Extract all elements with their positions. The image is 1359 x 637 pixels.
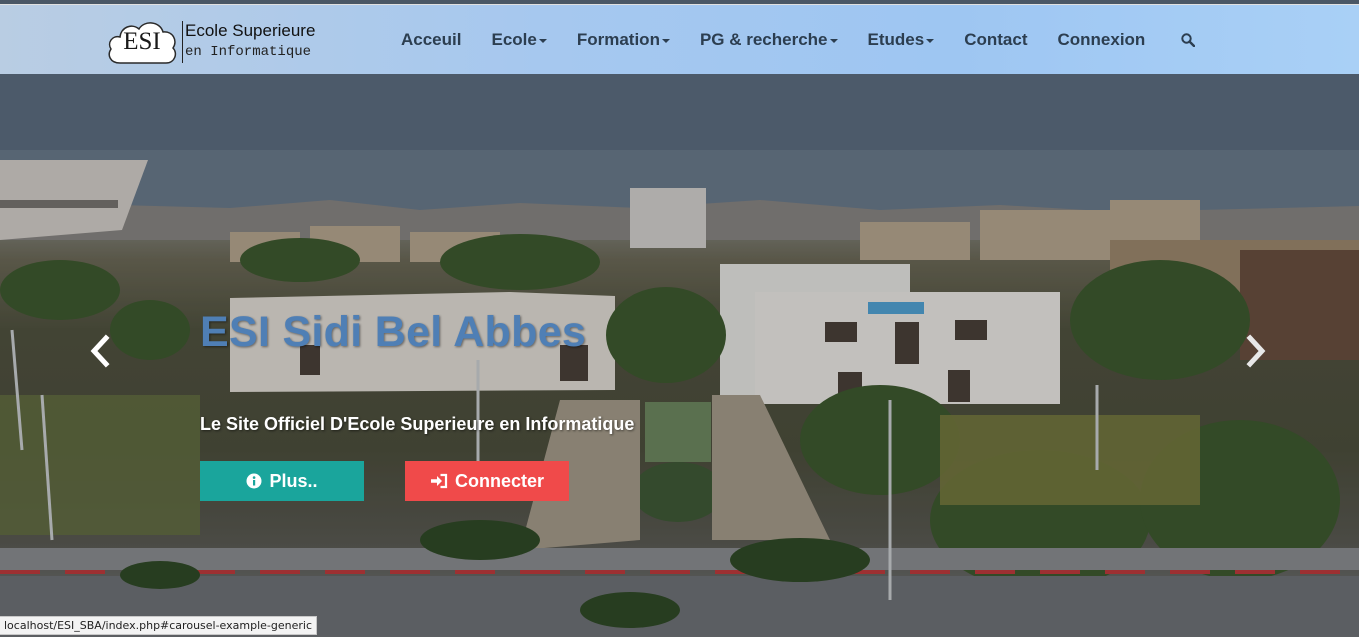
chevron-right-icon[interactable] — [1240, 334, 1270, 368]
nav-item-label: Ecole — [491, 30, 537, 49]
nav-item-label: Formation — [576, 30, 660, 49]
main-nav: Acceuil Ecole Formation PG & recherche E… — [401, 5, 1145, 75]
nav-item-connexion[interactable]: Connexion — [1057, 30, 1145, 50]
logo-divider — [182, 21, 183, 63]
caret-down-icon — [538, 39, 547, 43]
carousel-headline: ESI Sidi Bel Abbes — [200, 308, 587, 356]
browser-status-bar: localhost/ESI_SBA/index.php#carousel-exa… — [0, 616, 317, 635]
logo-title-line1: Ecole Superieure — [185, 21, 316, 40]
connect-button[interactable]: Connecter — [405, 461, 569, 501]
sign-in-icon — [430, 473, 448, 489]
nav-item-formation[interactable]: Formation — [577, 30, 670, 50]
nav-item-label: Acceuil — [401, 30, 462, 49]
plus-button-label: Plus.. — [269, 470, 318, 491]
logo-title-line2: en Informatique — [185, 44, 312, 60]
search-icon[interactable] — [1181, 33, 1195, 47]
site-logo[interactable]: ESI Ecole Superieure en Informatique — [106, 19, 316, 65]
nav-item-label: Etudes — [867, 30, 925, 49]
caret-down-icon — [661, 39, 670, 43]
nav-item-label: Contact — [964, 30, 1028, 49]
caret-down-icon — [926, 39, 935, 43]
nav-item-ecole[interactable]: Ecole — [491, 30, 547, 50]
carousel-subtitle: Le Site Officiel D'Ecole Superieure en I… — [200, 414, 635, 434]
caret-down-icon — [829, 39, 838, 43]
nav-item-label: PG & recherche — [699, 30, 828, 49]
chevron-left-icon[interactable] — [86, 334, 116, 368]
nav-item-acceuil[interactable]: Acceuil — [401, 30, 461, 50]
nav-item-pg-recherche[interactable]: PG & recherche — [700, 30, 838, 50]
nav-item-label: Connexion — [1057, 30, 1146, 49]
info-circle-icon — [246, 473, 262, 489]
nav-item-etudes[interactable]: Etudes — [868, 30, 935, 50]
plus-button[interactable]: Plus.. — [200, 461, 364, 501]
logo-abbr: ESI — [123, 28, 161, 55]
navbar: ESI Ecole Superieure en Informatique Acc… — [0, 4, 1359, 74]
nav-item-contact[interactable]: Contact — [964, 30, 1027, 50]
connect-button-label: Connecter — [454, 470, 544, 491]
